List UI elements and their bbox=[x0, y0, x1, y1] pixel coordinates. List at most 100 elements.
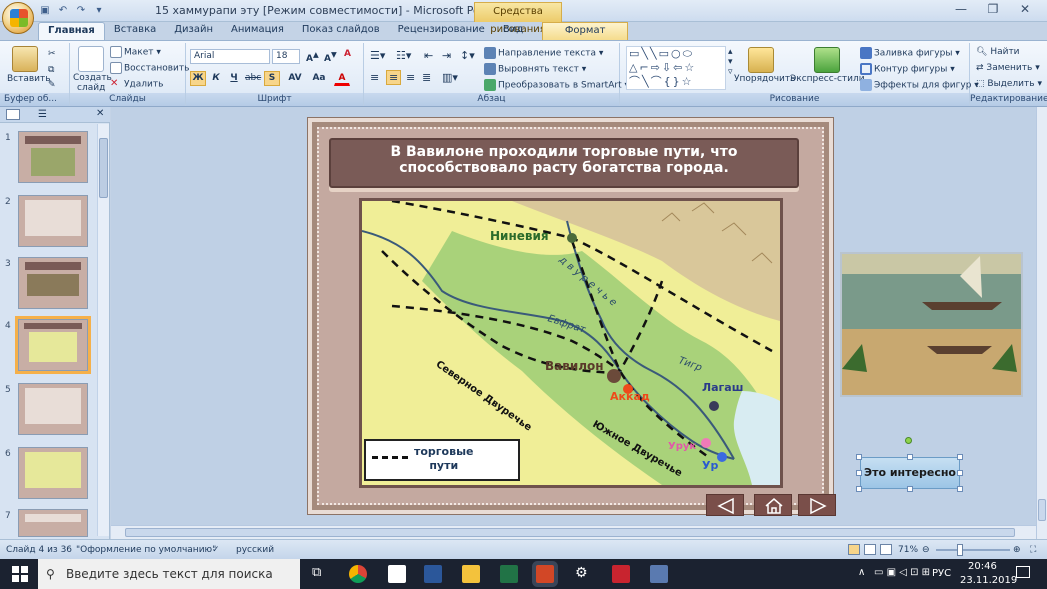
tab-design[interactable]: Дизайн bbox=[165, 22, 222, 40]
cut-icon[interactable]: ✂ bbox=[48, 49, 56, 59]
powerpoint-icon[interactable] bbox=[536, 565, 554, 583]
tab-slideshow[interactable]: Показ слайдов bbox=[293, 22, 389, 40]
clock-time[interactable]: 20:46 bbox=[968, 561, 997, 572]
language-indicator[interactable]: РУС bbox=[932, 568, 951, 579]
resize-handle[interactable] bbox=[856, 470, 862, 476]
minimize-icon[interactable]: — bbox=[950, 2, 972, 18]
shadow-button[interactable]: S bbox=[264, 71, 280, 86]
map-image[interactable]: Ниневия Вавилон Аккад Лагаш Урук Ур Евфр… bbox=[359, 198, 783, 488]
tab-insert[interactable]: Вставка bbox=[105, 22, 165, 40]
sorter-view-icon[interactable] bbox=[864, 544, 876, 555]
columns-icon[interactable]: ▥▾ bbox=[442, 71, 458, 84]
quick-styles-button[interactable]: Экспресс-стили bbox=[790, 74, 865, 84]
fit-slide-icon[interactable]: ⛶ bbox=[1030, 540, 1036, 560]
new-slide-icon[interactable] bbox=[78, 46, 104, 72]
copy-icon[interactable]: ⧉ bbox=[48, 65, 54, 75]
underline-button[interactable]: Ч bbox=[226, 71, 242, 86]
align-left-icon[interactable]: ≡ bbox=[370, 71, 379, 84]
slide-thumb-4[interactable] bbox=[15, 316, 91, 374]
smartart-button[interactable]: Преобразовать в SmartArt ▾ bbox=[484, 79, 629, 91]
align-text-button[interactable]: Выровнять текст ▾ bbox=[484, 63, 586, 75]
paste-button[interactable]: Вставить bbox=[7, 74, 51, 84]
slide-thumb-2[interactable] bbox=[18, 195, 88, 247]
select-button[interactable]: ⬚ Выделить ▾ bbox=[976, 79, 1042, 89]
align-right-icon[interactable]: ≡ bbox=[406, 71, 415, 84]
undo-icon[interactable]: ↶ bbox=[56, 4, 70, 18]
resize-handle[interactable] bbox=[907, 454, 913, 460]
tray-icons[interactable]: ▭ ▣ ◁ ⊡ ⊞ bbox=[874, 567, 930, 578]
find-button[interactable]: 🔍︎ Найти bbox=[976, 47, 1020, 57]
rotate-handle[interactable] bbox=[905, 437, 912, 444]
tab-animation[interactable]: Анимация bbox=[222, 22, 293, 40]
close-icon[interactable]: ✕ bbox=[1014, 2, 1036, 18]
app2-icon[interactable] bbox=[650, 565, 668, 583]
prev-slide-button[interactable] bbox=[706, 494, 744, 516]
zoom-level[interactable]: 71% bbox=[898, 540, 918, 560]
settings-icon[interactable]: ⚙ bbox=[575, 565, 588, 581]
chrome-icon[interactable] bbox=[349, 565, 367, 583]
resize-handle[interactable] bbox=[957, 486, 963, 492]
strike-button[interactable]: abc bbox=[244, 71, 261, 86]
resize-handle[interactable] bbox=[856, 486, 862, 492]
slide-thumb-1[interactable] bbox=[18, 131, 88, 183]
home-button[interactable] bbox=[754, 494, 792, 516]
outline-tab-icon[interactable]: ☰ bbox=[38, 109, 47, 120]
panel-scrollbar[interactable] bbox=[97, 124, 109, 536]
resize-handle[interactable] bbox=[957, 454, 963, 460]
slide[interactable]: В Вавилоне проходили торговые пути, что с… bbox=[308, 118, 836, 516]
bold-button[interactable]: Ж bbox=[190, 71, 206, 86]
task-view-icon[interactable]: ⧉ bbox=[312, 565, 321, 580]
resize-handle[interactable] bbox=[856, 454, 862, 460]
font-size-field[interactable]: 18 bbox=[272, 49, 300, 64]
word-icon[interactable] bbox=[424, 565, 442, 583]
layout-button[interactable]: Макет ▾ bbox=[110, 46, 161, 58]
format-painter-icon[interactable]: ✎ bbox=[48, 80, 56, 90]
tray-chevron-icon[interactable]: ∧ bbox=[858, 567, 865, 578]
notifications-icon[interactable] bbox=[1016, 566, 1030, 578]
zoom-slider-thumb[interactable] bbox=[957, 544, 963, 556]
shrink-font-icon[interactable]: A▼ bbox=[324, 50, 337, 64]
shapes-more-icon[interactable]: ▴ ▾ ▿ bbox=[728, 47, 733, 77]
new-slide-button-line2[interactable]: слайд bbox=[77, 83, 105, 93]
language[interactable]: русский bbox=[236, 540, 274, 560]
vertical-scroll-thumb[interactable] bbox=[1038, 499, 1046, 521]
new-slide-button[interactable]: Создать bbox=[73, 73, 112, 83]
resize-handle[interactable] bbox=[957, 470, 963, 476]
slide-thumb-3[interactable] bbox=[18, 257, 88, 309]
tab-home[interactable]: Главная bbox=[38, 22, 105, 40]
tab-review[interactable]: Рецензирование bbox=[389, 22, 494, 40]
save-icon[interactable]: ▣ bbox=[38, 4, 52, 18]
interesting-button[interactable]: Это интересно bbox=[860, 457, 960, 489]
shape-outline-button[interactable]: Контур фигуры ▾ bbox=[860, 63, 955, 75]
zoom-out-icon[interactable]: ⊖ bbox=[922, 540, 930, 560]
slide-thumb-7[interactable] bbox=[18, 509, 88, 537]
office-button[interactable] bbox=[2, 2, 34, 34]
line-spacing-icon[interactable]: ↕▾ bbox=[460, 49, 475, 62]
slides-tab-icon[interactable] bbox=[6, 109, 20, 120]
slide-title[interactable]: В Вавилоне проходили торговые пути, что с… bbox=[329, 138, 799, 188]
shape-fill-button[interactable]: Заливка фигуры ▾ bbox=[860, 47, 960, 59]
zoom-in-icon[interactable]: ⊕ bbox=[1013, 540, 1021, 560]
chevron-down-icon[interactable]: ▾ bbox=[92, 4, 106, 18]
redo-icon[interactable]: ↷ bbox=[74, 4, 88, 18]
maximize-icon[interactable]: ❐ bbox=[982, 2, 1004, 18]
indent-increase-icon[interactable]: ⇥ bbox=[442, 49, 451, 62]
spellcheck-icon[interactable]: ✓ bbox=[212, 540, 220, 560]
taskbar-search-input[interactable]: Введите здесь текст для поиска bbox=[38, 559, 300, 589]
slide-thumb-6[interactable] bbox=[18, 447, 88, 499]
windows-start-icon[interactable] bbox=[12, 566, 28, 582]
shapes-gallery[interactable]: ▭╲╲▭○⬭ △⌐⇨⇩⇦☆ ⌒╲⌒{}☆ bbox=[626, 46, 726, 90]
vertical-scrollbar[interactable] bbox=[1036, 107, 1047, 539]
text-direction-button[interactable]: Направление текста ▾ bbox=[484, 47, 603, 59]
resize-handle[interactable] bbox=[907, 486, 913, 492]
grow-font-icon[interactable]: A▲ bbox=[306, 50, 319, 64]
clock-date[interactable]: 23.11.2019 bbox=[960, 575, 1017, 586]
indent-decrease-icon[interactable]: ⇤ bbox=[424, 49, 433, 62]
reset-button[interactable]: Восстановить bbox=[110, 62, 189, 74]
horizontal-scroll-thumb[interactable] bbox=[125, 528, 1015, 537]
normal-view-icon[interactable] bbox=[848, 544, 860, 555]
arrange-icon[interactable] bbox=[748, 47, 774, 73]
excel-icon[interactable] bbox=[500, 565, 518, 583]
side-picture[interactable] bbox=[840, 252, 1023, 397]
slideshow-view-icon[interactable] bbox=[880, 544, 892, 555]
